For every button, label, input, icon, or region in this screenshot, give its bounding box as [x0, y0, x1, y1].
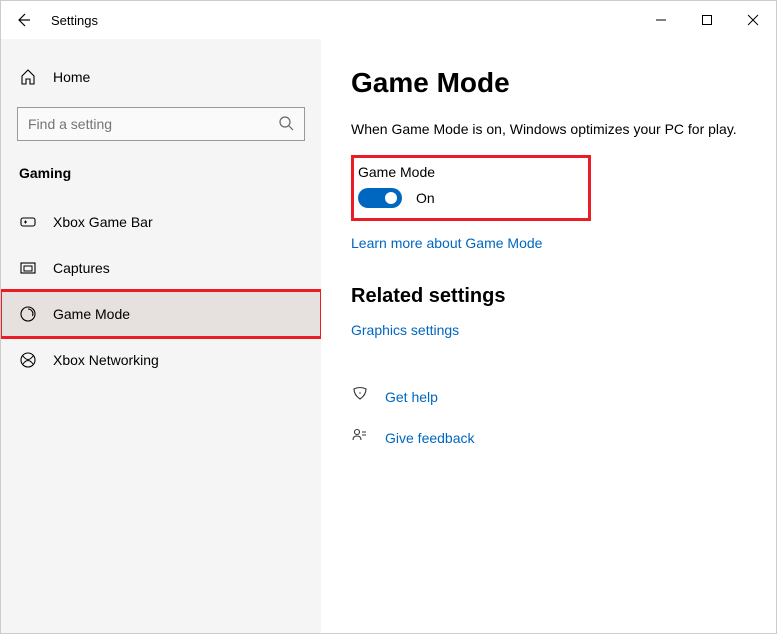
home-icon	[19, 68, 41, 86]
toggle-state: On	[416, 190, 435, 206]
game-bar-icon	[19, 213, 41, 231]
related-settings-heading: Related settings	[351, 285, 746, 308]
titlebar: Settings	[1, 1, 776, 39]
graphics-settings-link[interactable]: Graphics settings	[351, 322, 459, 338]
sidebar: Home Gaming Xbox Game Bar Captures	[1, 39, 321, 633]
home-nav[interactable]: Home	[1, 57, 321, 97]
game-mode-toggle[interactable]	[358, 188, 402, 208]
back-button[interactable]	[1, 1, 45, 39]
category-heading: Gaming	[1, 159, 321, 199]
toggle-label: Game Mode	[358, 164, 578, 180]
game-mode-icon	[19, 305, 41, 323]
page-title: Game Mode	[351, 67, 746, 99]
content-area: Home Gaming Xbox Game Bar Captures	[1, 39, 776, 633]
search-icon	[278, 115, 294, 134]
minimize-button[interactable]	[638, 1, 684, 39]
search-input[interactable]	[28, 116, 278, 132]
help-icon	[351, 386, 371, 407]
sidebar-item-game-mode[interactable]: Game Mode	[1, 291, 321, 337]
window-title: Settings	[45, 13, 98, 28]
feedback-icon	[351, 427, 371, 448]
window-controls	[638, 1, 776, 39]
sidebar-item-xbox-networking[interactable]: Xbox Networking	[1, 337, 321, 383]
sidebar-item-label: Captures	[41, 260, 110, 276]
settings-window: Settings Home	[0, 0, 777, 634]
main-panel: Game Mode When Game Mode is on, Windows …	[321, 39, 776, 633]
captures-icon	[19, 259, 41, 277]
sidebar-item-label: Xbox Networking	[41, 352, 159, 368]
toggle-row: On	[358, 188, 578, 208]
sidebar-item-xbox-game-bar[interactable]: Xbox Game Bar	[1, 199, 321, 245]
close-icon	[747, 14, 759, 26]
give-feedback-row[interactable]: Give feedback	[351, 427, 746, 448]
page-description: When Game Mode is on, Windows optimizes …	[351, 121, 746, 137]
get-help-row[interactable]: Get help	[351, 386, 746, 407]
toggle-knob	[385, 192, 397, 204]
get-help-link[interactable]: Get help	[385, 389, 438, 405]
minimize-icon	[655, 14, 667, 26]
arrow-left-icon	[15, 12, 31, 28]
close-button[interactable]	[730, 1, 776, 39]
game-mode-toggle-region: Game Mode On	[351, 155, 591, 221]
maximize-button[interactable]	[684, 1, 730, 39]
sidebar-item-label: Game Mode	[41, 306, 130, 322]
xbox-networking-icon	[19, 351, 41, 369]
sidebar-item-label: Xbox Game Bar	[41, 214, 153, 230]
maximize-icon	[701, 14, 713, 26]
search-box[interactable]	[17, 107, 305, 141]
give-feedback-link[interactable]: Give feedback	[385, 430, 475, 446]
home-label: Home	[41, 69, 90, 85]
sidebar-item-captures[interactable]: Captures	[1, 245, 321, 291]
learn-more-link[interactable]: Learn more about Game Mode	[351, 235, 542, 251]
